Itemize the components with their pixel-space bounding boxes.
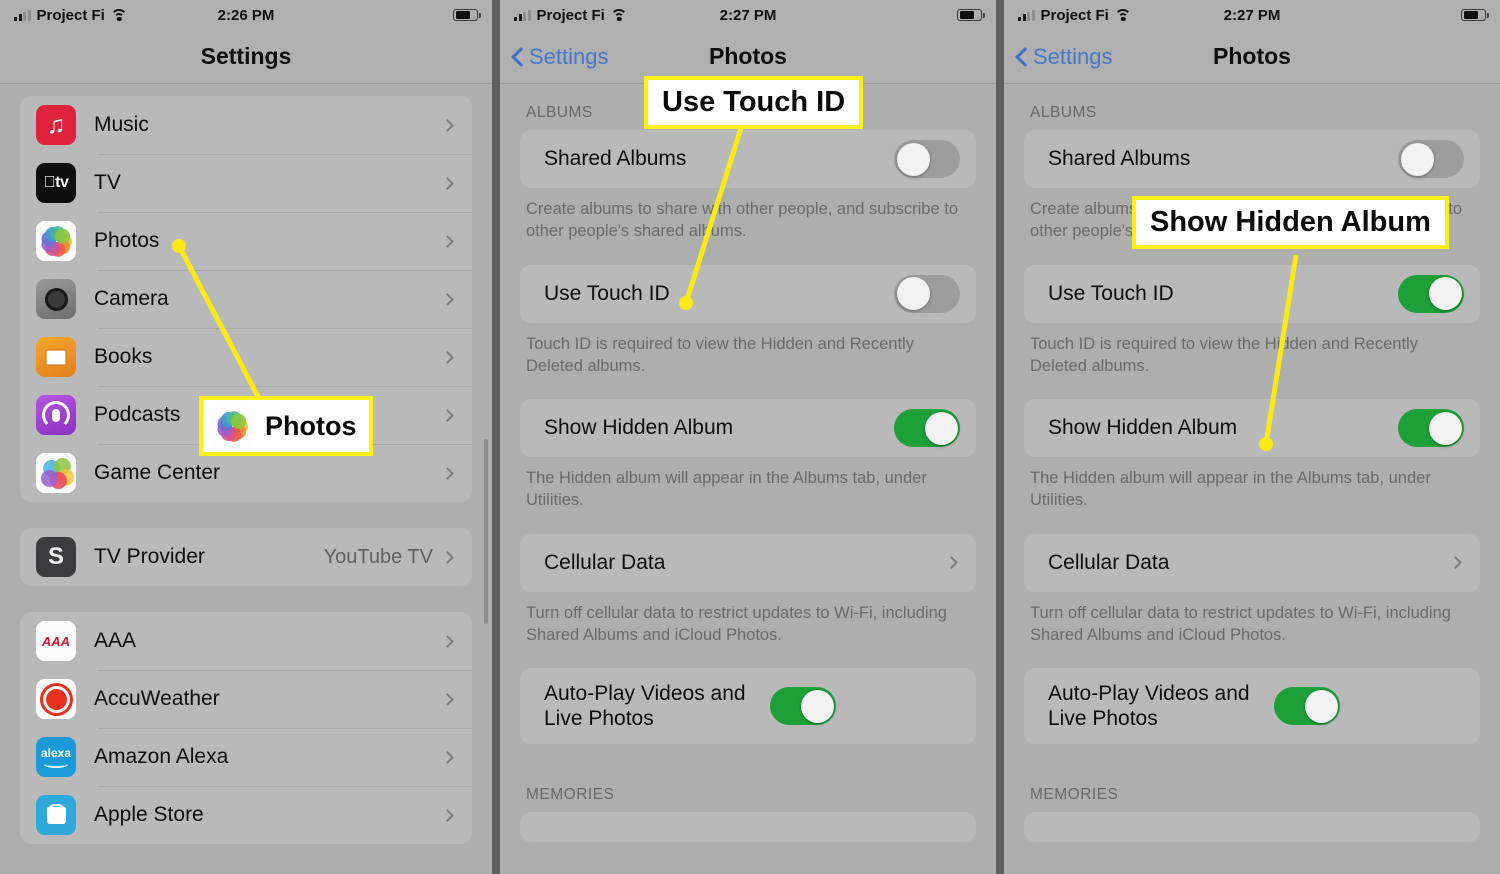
callout-label: Show Hidden Album bbox=[1150, 206, 1431, 238]
photos-icon bbox=[211, 405, 253, 447]
panel-divider bbox=[996, 0, 1004, 874]
panel-photos-settings-before: Project Fi 2:27 PM Settings Photos ALBUM… bbox=[500, 0, 996, 874]
three-panel-tutorial-screenshot: Project Fi 2:26 PM Settings Music tv bbox=[0, 0, 1500, 874]
callout-label: Photos bbox=[265, 410, 357, 441]
callout-leader-line-3 bbox=[1259, 254, 1299, 451]
panel-settings-list: Project Fi 2:26 PM Settings Music tv bbox=[0, 0, 492, 874]
panel-divider bbox=[492, 0, 500, 874]
panel-photos-settings-after: Project Fi 2:27 PM Settings Photos ALBUM… bbox=[1004, 0, 1500, 874]
callout-leader-line-2 bbox=[679, 124, 745, 310]
callout-label: Use Touch ID bbox=[662, 86, 846, 118]
callout-photos: Photos bbox=[199, 396, 373, 456]
callout-show-hidden-album: Show Hidden Album bbox=[1132, 196, 1449, 249]
callout-use-touch-id: Use Touch ID bbox=[644, 76, 864, 129]
